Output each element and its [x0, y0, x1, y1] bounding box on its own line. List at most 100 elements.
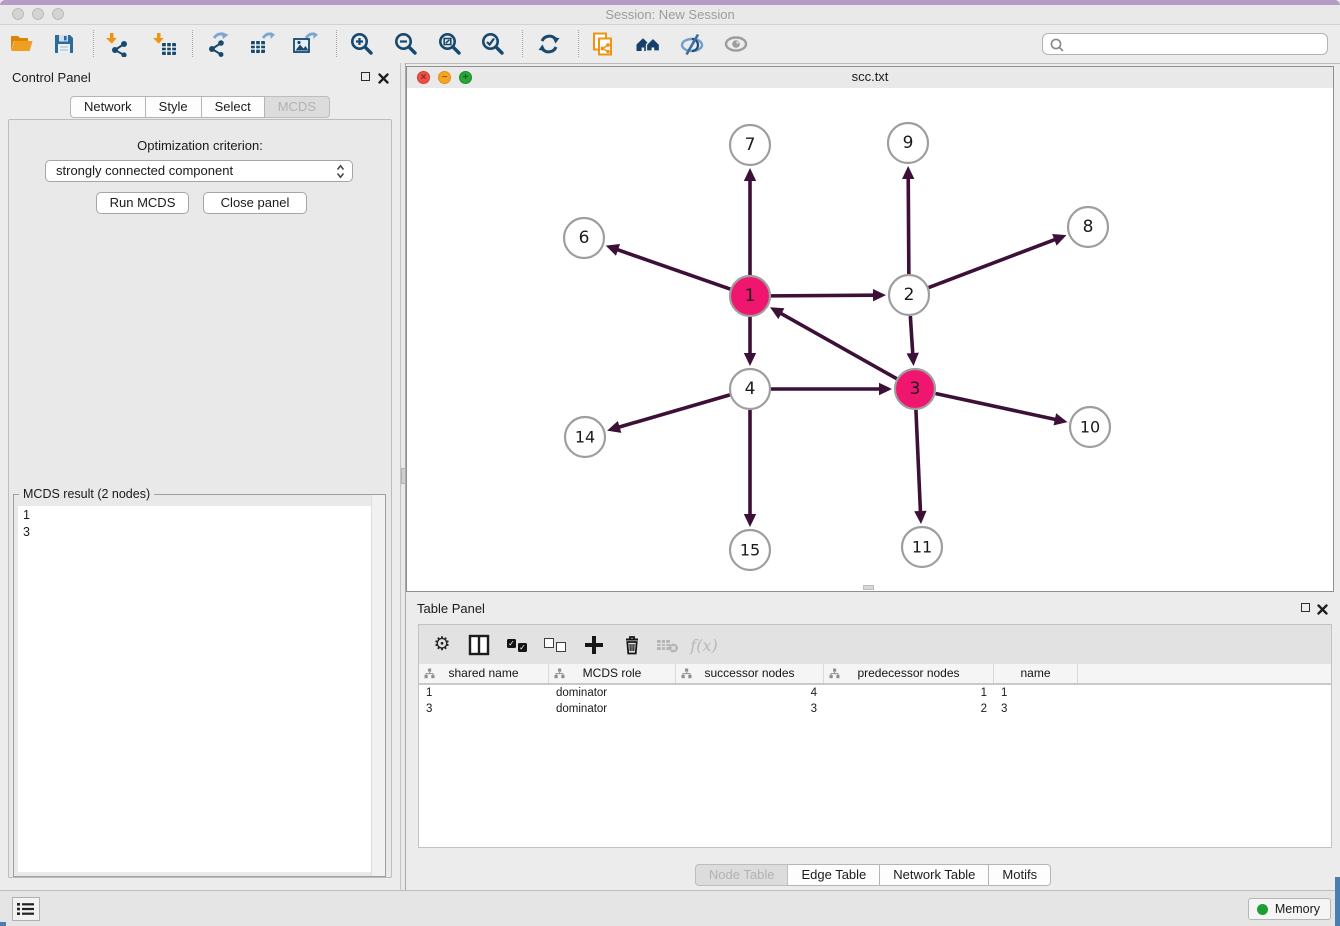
graph-node-label: 2 — [904, 285, 915, 305]
add-column-icon[interactable] — [581, 633, 607, 657]
table-cell[interactable]: 4 — [676, 685, 824, 701]
network-canvas[interactable]: 7968124314101511 — [407, 88, 1333, 591]
list-icon — [17, 902, 35, 916]
column-header-predecessor-nodes[interactable]: predecessor nodes — [824, 664, 994, 683]
table-cell[interactable]: dominator — [549, 685, 676, 701]
table-settings-icon[interactable]: ⚙ — [429, 633, 455, 657]
edge-2-9[interactable] — [908, 177, 909, 274]
network-graph[interactable]: 7968124314101511 — [407, 88, 1333, 591]
network-resize-grip[interactable] — [863, 585, 874, 590]
search-field[interactable] — [1042, 33, 1328, 55]
unselect-all-icon[interactable] — [542, 633, 568, 657]
show-column-icon[interactable] — [466, 633, 492, 657]
control-panel-title: Control Panel — [12, 70, 91, 85]
tab-mcds[interactable]: MCDS — [265, 96, 330, 118]
zoom-in-icon[interactable] — [345, 28, 379, 60]
edge-arrowhead — [914, 511, 926, 524]
table-cell[interactable]: dominator — [549, 701, 676, 717]
network-view-window: × − + scc.txt 7968124314101511 — [406, 66, 1334, 592]
table-cell[interactable]: 1 — [994, 685, 1078, 701]
tab-edge-table[interactable]: Edge Table — [788, 864, 880, 886]
desktop-background-strip — [1335, 877, 1340, 926]
result-scrollbar[interactable] — [371, 495, 385, 876]
close-panel-button[interactable]: Close panel — [203, 192, 307, 214]
delete-columns-icon[interactable] — [619, 633, 645, 657]
edge-arrowhead — [744, 353, 756, 366]
edge-3-11[interactable] — [916, 410, 921, 513]
tab-network-table[interactable]: Network Table — [880, 864, 989, 886]
close-table-panel-icon[interactable] — [1317, 602, 1328, 620]
close-panel-icon[interactable] — [378, 71, 389, 89]
zoom-fit-icon[interactable] — [433, 28, 467, 60]
edge-3-10[interactable] — [936, 393, 1057, 419]
tab-node-table[interactable]: Node Table — [695, 864, 789, 886]
table-cell[interactable]: 1 — [824, 685, 994, 701]
graph-node-label: 15 — [740, 541, 760, 560]
mcds-tab-content: Optimization criterion: strongly connect… — [8, 119, 392, 878]
float-panel-icon[interactable] — [361, 72, 370, 81]
table-panel-title: Table Panel — [417, 601, 485, 616]
search-input[interactable] — [1067, 35, 1321, 55]
import-network-icon[interactable] — [101, 28, 135, 60]
column-header-MCDS-role[interactable]: MCDS role — [549, 664, 676, 683]
edge-2-3[interactable] — [910, 316, 912, 355]
float-table-panel-icon[interactable] — [1301, 603, 1310, 612]
export-network-icon[interactable] — [201, 28, 235, 60]
edge-1-6[interactable] — [616, 249, 730, 289]
optimization-criterion-dropdown[interactable]: strongly connected component — [45, 160, 353, 182]
zoom-out-icon[interactable] — [389, 28, 423, 60]
column-header-successor-nodes[interactable]: successor nodes — [676, 664, 824, 683]
export-table-icon[interactable] — [245, 28, 279, 60]
node-table[interactable]: shared nameMCDS rolesuccessor nodesprede… — [419, 664, 1331, 847]
clone-network-icon[interactable] — [586, 28, 620, 60]
window-title: Session: New Session — [0, 5, 1340, 24]
hierarchy-icon — [424, 668, 435, 679]
task-history-button[interactable] — [12, 897, 40, 921]
graph-node-label: 11 — [912, 538, 932, 557]
memory-button[interactable]: Memory — [1248, 898, 1331, 920]
edge-3-1[interactable] — [780, 313, 897, 379]
control-panel-tabs: NetworkStyleSelectMCDS — [0, 96, 400, 118]
edge-arrowhead — [907, 353, 919, 366]
tab-select[interactable]: Select — [202, 96, 265, 118]
edge-arrowhead — [902, 166, 914, 179]
search-icon — [1049, 37, 1065, 53]
graph-node-label: 8 — [1083, 217, 1094, 237]
edge-1-2[interactable] — [771, 295, 875, 296]
application-window: Session: New Session — [0, 0, 1340, 926]
open-session-icon[interactable] — [5, 28, 39, 60]
import-table-icon[interactable] — [148, 28, 182, 60]
show-all-windows-icon[interactable] — [631, 28, 665, 60]
run-mcds-button[interactable]: Run MCDS — [96, 192, 189, 214]
hierarchy-icon — [681, 668, 692, 679]
tab-style[interactable]: Style — [146, 96, 202, 118]
table-panel: Table Panel ⚙ ✓✓ f(x) shared nameMCD — [406, 595, 1340, 890]
column-header-shared-name[interactable]: shared name — [419, 664, 549, 683]
mcds-result-text[interactable]: 1 3 — [18, 506, 381, 872]
toolbar-separator — [336, 30, 337, 57]
table-row[interactable]: 3dominator323 — [419, 701, 1331, 717]
table-cell[interactable]: 3 — [994, 701, 1078, 717]
table-cell[interactable]: 2 — [824, 701, 994, 717]
function-builder-icon-disabled: f(x) — [691, 633, 717, 657]
graph-node-label: 7 — [745, 135, 756, 155]
tab-network[interactable]: Network — [70, 96, 146, 118]
edge-2-8[interactable] — [929, 239, 1057, 287]
edge-4-14[interactable] — [618, 395, 730, 428]
table-cell[interactable]: 1 — [419, 685, 549, 701]
column-header-empty — [1078, 664, 1331, 683]
select-all-icon[interactable]: ✓✓ — [504, 633, 530, 657]
table-cell[interactable]: 3 — [676, 701, 824, 717]
edge-arrowhead — [744, 168, 756, 181]
export-image-icon[interactable] — [288, 28, 322, 60]
tab-motifs[interactable]: Motifs — [989, 864, 1051, 886]
refresh-layout-icon[interactable] — [532, 28, 566, 60]
save-session-icon[interactable] — [47, 28, 81, 60]
dropdown-stepper-icon — [336, 164, 345, 185]
column-header-name[interactable]: name — [994, 664, 1078, 683]
table-row[interactable]: 1dominator411 — [419, 685, 1331, 701]
hide-selected-icon[interactable] — [675, 28, 709, 60]
table-cell[interactable]: 3 — [419, 701, 549, 717]
graph-node-label: 1 — [745, 286, 756, 306]
zoom-selected-icon[interactable] — [476, 28, 510, 60]
